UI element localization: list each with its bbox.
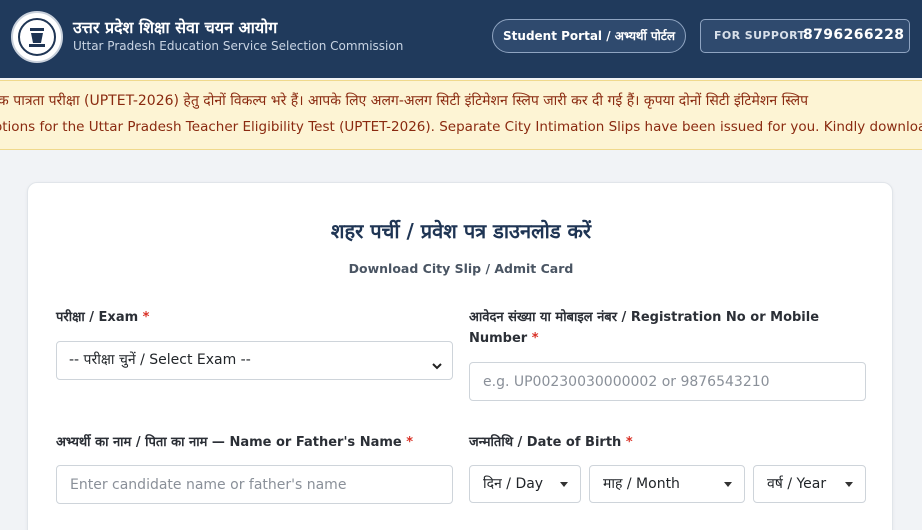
exam-select[interactable]: -- परीक्षा चुनें / Select Exam --	[56, 341, 453, 380]
dob-label: जन्मतिथि / Date of Birth *	[469, 432, 633, 453]
dob-day-select[interactable]: दिन / Day	[469, 465, 581, 503]
required-mark: *	[531, 331, 539, 346]
exam-label-text: परीक्षा / Exam	[56, 310, 139, 325]
notice-banner: क्षक पात्रता परीक्षा (UPTET-2026) हेतु द…	[0, 80, 922, 150]
notice-text-english: otions for the Uttar Pradesh Teacher Eli…	[0, 119, 922, 135]
dob-label-text: जन्मतिथि / Date of Birth	[469, 435, 622, 450]
name-label: अभ्यर्थी का नाम / पिता का नाम — Name or …	[56, 432, 456, 453]
dob-day-value: दिन / Day	[483, 476, 544, 492]
required-mark: *	[142, 310, 150, 325]
registration-label: आवेदन संख्या या मोबाइल नंबर / Registrati…	[469, 307, 869, 349]
header-title-english: Uttar Pradesh Education Service Selectio…	[73, 39, 404, 53]
student-portal-button[interactable]: Student Portal / अभ्यर्थी पोर्टल	[492, 19, 686, 53]
header-title-hindi: उत्तर प्रदेश शिक्षा सेवा चयन आयोग	[73, 18, 278, 37]
caret-down-icon	[845, 482, 853, 487]
exam-select-value: -- परीक्षा चुनें / Select Exam --	[69, 352, 251, 368]
registration-label-line1: आवेदन संख्या या मोबाइल नंबर / Registrati…	[469, 310, 820, 325]
form-subtitle: Download City Slip / Admit Card	[348, 261, 574, 276]
name-label-text: अभ्यर्थी का नाम / पिता का नाम — Name or …	[56, 435, 402, 450]
dob-year-select[interactable]: वर्ष / Year	[753, 465, 866, 503]
exam-label: परीक्षा / Exam *	[56, 307, 149, 328]
required-mark: *	[625, 435, 633, 450]
caret-down-icon	[560, 482, 568, 487]
chevron-down-icon	[431, 352, 443, 389]
registration-input[interactable]	[469, 362, 866, 401]
emblem-icon	[18, 18, 56, 56]
site-header: उत्तर प्रदेश शिक्षा सेवा चयन आयोग Uttar …	[0, 0, 922, 78]
dob-year-value: वर्ष / Year	[767, 476, 827, 492]
name-input[interactable]	[56, 465, 453, 504]
commission-logo	[11, 11, 63, 63]
download-form-card: शहर पर्ची / प्रवेश पत्र डाउनलोड करें Dow…	[27, 182, 893, 530]
support-label: FOR SUPPORT	[714, 29, 806, 42]
form-title: शहर पर्ची / प्रवेश पत्र डाउनलोड करें	[330, 219, 592, 243]
dob-month-select[interactable]: माह / Month	[589, 465, 745, 503]
caret-down-icon	[724, 482, 732, 487]
support-box: FOR SUPPORT 8796266228	[700, 19, 910, 53]
registration-label-line2: Number	[469, 331, 528, 346]
required-mark: *	[406, 435, 414, 450]
notice-text-hindi: क्षक पात्रता परीक्षा (UPTET-2026) हेतु द…	[0, 93, 809, 109]
support-phone-number[interactable]: 8796266228	[803, 27, 904, 43]
dob-month-value: माह / Month	[603, 476, 680, 492]
